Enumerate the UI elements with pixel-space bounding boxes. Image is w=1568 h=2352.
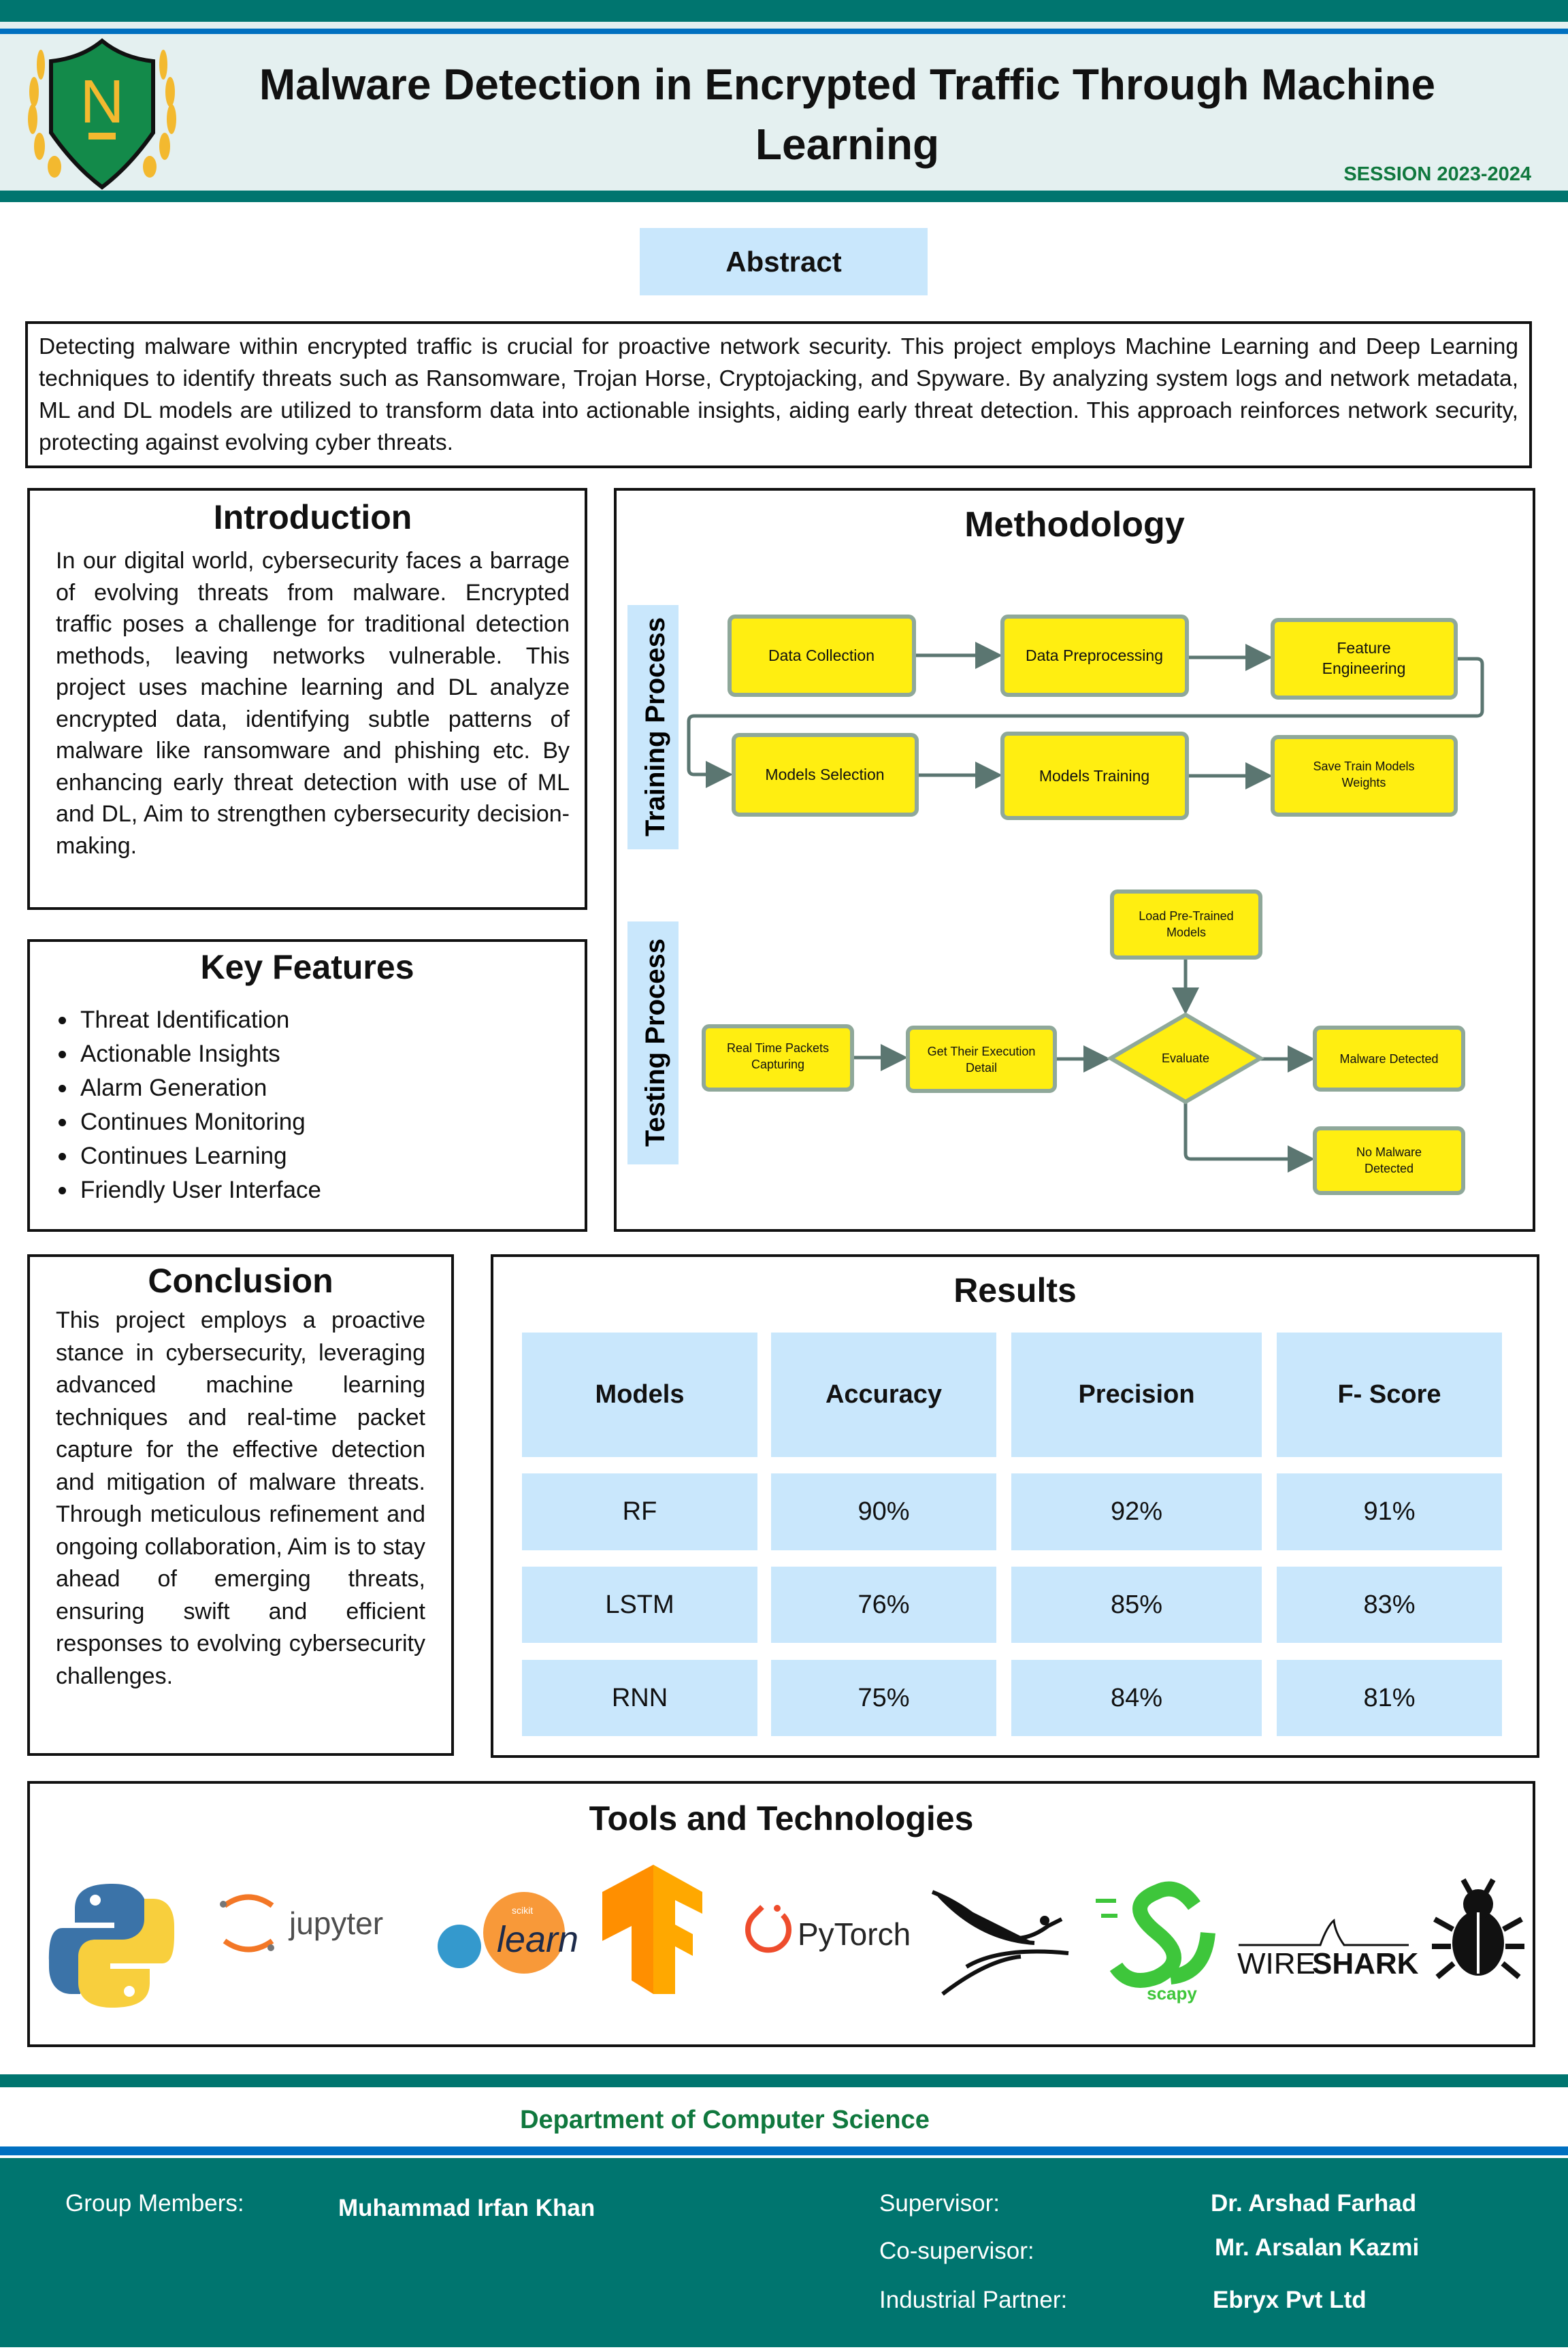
svg-text:PyTorch: PyTorch	[798, 1916, 911, 1952]
svg-text:SHARK: SHARK	[1312, 1947, 1419, 1980]
methodology-section: Methodology	[614, 488, 1535, 1232]
feature-item: Friendly User Interface	[50, 1173, 564, 1207]
partner-name: Ebryx Pvt Ltd	[1213, 2287, 1367, 2313]
svg-text:scapy: scapy	[1147, 1983, 1197, 2004]
tensorflow-logo	[602, 1865, 702, 1994]
abstract-label: Abstract	[640, 228, 928, 295]
wireshark-logo: WIRE SHARK	[1237, 1918, 1419, 1980]
key-features-title: Key Features	[200, 948, 414, 986]
scapy-logo: scapy	[1096, 1881, 1215, 2004]
feature-item: Actionable Insights	[50, 1037, 564, 1071]
svg-text:jupyter: jupyter	[288, 1906, 383, 1941]
cosupervisor-label: Co-supervisor:	[879, 2238, 1034, 2264]
table-cell: LSTM	[522, 1567, 757, 1643]
tools-title: Tools and Technologies	[589, 1799, 974, 1838]
header-precision: Precision	[1011, 1333, 1262, 1457]
header-bottom-band	[0, 191, 1568, 202]
feature-item: Threat Identification	[50, 1003, 564, 1037]
table-cell: RF	[522, 1473, 757, 1550]
supervisor-name: Dr. Arshad Farhad	[1211, 2190, 1417, 2217]
feature-item: Continues Learning	[50, 1139, 564, 1173]
bird-logo	[931, 1890, 1069, 1996]
abstract-text: Detecting malware within encrypted traff…	[25, 321, 1532, 468]
university-logo: N	[28, 38, 176, 190]
footer-line	[0, 2146, 1568, 2155]
title-line-1: Malware Detection in Encrypted Traffic T…	[259, 60, 1436, 109]
table-cell: 81%	[1277, 1660, 1502, 1736]
bug-icon	[1432, 1878, 1524, 1980]
table-cell: 92%	[1011, 1473, 1262, 1550]
introduction-section: Introduction In our digital world, cyber…	[27, 488, 587, 910]
conclusion-text: This project employs a proactive stance …	[56, 1307, 425, 1689]
header-fscore: F- Score	[1277, 1333, 1502, 1457]
header-models: Models	[522, 1333, 757, 1457]
python-logo	[48, 1884, 175, 2008]
group-members-label: Group Members:	[65, 2190, 244, 2217]
conclusion-section: Conclusion This project employs a proact…	[27, 1254, 454, 1756]
header-accuracy: Accuracy	[771, 1333, 996, 1457]
top-band	[0, 0, 1568, 22]
svg-text:learn: learn	[497, 1919, 578, 1960]
conclusion-title: Conclusion	[148, 1262, 333, 1300]
results-title: Results	[953, 1271, 1077, 1309]
header-line	[0, 29, 1568, 34]
partner-label: Industrial Partner:	[879, 2287, 1068, 2313]
title-line-2: Learning	[755, 120, 940, 169]
table-cell: RNN	[522, 1660, 757, 1736]
svg-text:scikit: scikit	[512, 1905, 533, 1916]
tools-logos: jupyter learn scikit PyTorch scapy WIRE …	[48, 1865, 1524, 2008]
table-cell: 91%	[1277, 1473, 1502, 1550]
poster-title: Malware Detection in Encrypted Traffic T…	[204, 54, 1490, 174]
table-cell: 83%	[1277, 1567, 1502, 1643]
feature-item: Continues Monitoring	[50, 1105, 564, 1139]
table-cell: 85%	[1011, 1567, 1262, 1643]
feature-item: Alarm Generation	[50, 1071, 564, 1105]
svg-text:N: N	[80, 68, 125, 136]
table-cell: 90%	[771, 1473, 996, 1550]
jupyter-logo: jupyter	[220, 1894, 383, 1953]
introduction-text: In our digital world, cybersecurity face…	[56, 548, 570, 859]
introduction-title: Introduction	[213, 498, 412, 536]
table-cell: 84%	[1011, 1660, 1262, 1736]
scikit-learn-logo: learn scikit	[438, 1892, 578, 1974]
key-features-list: Threat Identification Actionable Insight…	[50, 1003, 564, 1207]
table-cell: 76%	[771, 1567, 996, 1643]
key-features-section: Key Features Threat Identification Actio…	[27, 939, 587, 1232]
methodology-title: Methodology	[964, 505, 1185, 544]
pytorch-logo: PyTorch	[745, 1905, 911, 1953]
table-cell: 75%	[771, 1660, 996, 1736]
svg-text:WIRE: WIRE	[1237, 1947, 1316, 1980]
footer-band	[0, 2074, 1568, 2087]
supervisor-label: Supervisor:	[879, 2190, 1000, 2217]
department-label: Department of Computer Science	[520, 2106, 930, 2134]
session-label: SESSION 2023-2024	[1343, 163, 1531, 185]
cosupervisor-name: Mr. Arsalan Kazmi	[1215, 2234, 1420, 2261]
group-member-name: Muhammad Irfan Khan	[338, 2195, 595, 2221]
